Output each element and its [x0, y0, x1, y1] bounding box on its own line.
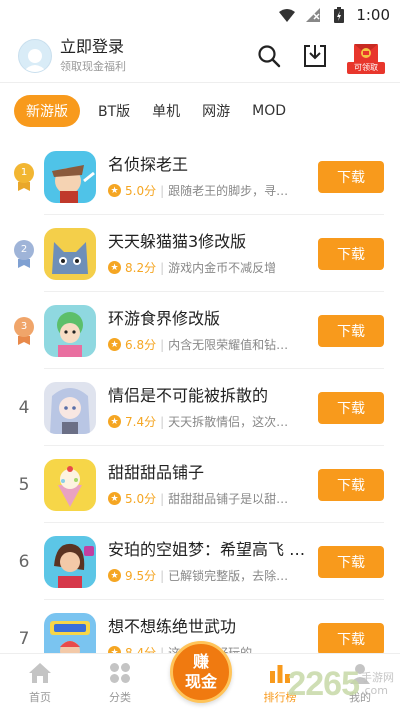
download-button[interactable]: 下载 [318, 314, 384, 347]
download-manager-button[interactable] [300, 41, 330, 71]
divider: | [160, 183, 165, 198]
gift-button[interactable]: 可领取 [346, 38, 386, 74]
download-button[interactable]: 下载 [318, 545, 384, 578]
nav-ranking[interactable]: 排行榜 [240, 654, 320, 711]
app-description: 内含无限荣耀值和钻… [168, 338, 289, 352]
app-score: 6.8分 [125, 338, 157, 352]
avatar[interactable] [18, 39, 52, 73]
tab-new-games[interactable]: 新游版 [14, 94, 80, 127]
star-icon: ★ [108, 261, 121, 274]
list-item[interactable]: 2 天天躲猫猫3修改版 ★ 8.2分 | 游戏内金币不减反增 下载 [0, 215, 400, 292]
list-item[interactable]: 3 环游食界修改版 ★ 6.8分 | 内含无限荣耀值和钻… 下载 [0, 292, 400, 369]
app-score: 7.4分 [125, 415, 157, 429]
app-description: 游戏内金币不减反增 [168, 261, 277, 275]
star-icon: ★ [108, 492, 121, 505]
list-item[interactable]: 1 名侦探老王 ★ 5.0分 | 跟随老王的脚步，寻… 下载 [0, 138, 400, 215]
category-tabs: 新游版 BT版 单机 网游 MOD [0, 82, 400, 138]
nav-category-label: 分类 [109, 691, 131, 704]
rank-number: 2 [14, 239, 34, 260]
rank-medal-bronze: 3 [12, 316, 36, 346]
earn-line-1: 赚 [192, 652, 209, 671]
download-icon [304, 45, 326, 67]
app-icon[interactable] [44, 458, 96, 511]
app-name[interactable]: 安珀的空姐梦：希望高飞 … [108, 539, 308, 561]
app-name[interactable]: 想不想练绝世武功 [108, 616, 308, 638]
app-icon[interactable] [44, 535, 96, 588]
nav-ranking-label: 排行榜 [263, 691, 297, 704]
nav-mine-label: 我的 [349, 691, 371, 704]
star-icon: ★ [108, 569, 121, 582]
rank-number: 6 [18, 551, 30, 572]
download-button[interactable]: 下载 [318, 391, 384, 424]
star-icon: ★ [108, 184, 121, 197]
app-score: 5.0分 [125, 184, 157, 198]
nav-mine[interactable]: 我的 [320, 654, 400, 711]
tab-bt[interactable]: BT版 [98, 101, 130, 121]
app-description: 跟随老王的脚步，寻… [168, 184, 289, 198]
download-button[interactable]: 下载 [318, 160, 384, 193]
nav-category[interactable]: 分类 [80, 654, 160, 711]
login-title[interactable]: 立即登录 [60, 37, 238, 57]
nav-home[interactable]: 首页 [0, 654, 80, 711]
app-description: 甜甜甜品铺子是以甜… [168, 492, 289, 506]
app-name[interactable]: 情侣是不可能被拆散的 [108, 385, 308, 407]
login-block[interactable]: 立即登录 领取现金福利 [60, 37, 238, 75]
status-bar: 1:00 [0, 0, 400, 30]
battery-icon [330, 7, 348, 23]
rank-medal-silver: 2 [12, 239, 36, 269]
app-icon[interactable] [44, 381, 96, 434]
app-name[interactable]: 甜甜甜品铺子 [108, 462, 308, 484]
search-button[interactable] [254, 41, 284, 71]
rank-number: 7 [18, 628, 30, 649]
category-icon [107, 661, 133, 685]
list-item[interactable]: 5 甜甜甜品铺子 ★ 5.0分 | 甜甜甜品铺子是以甜… 下载 [0, 446, 400, 523]
app-score: 9.5分 [125, 569, 157, 583]
app-icon[interactable] [44, 227, 96, 280]
divider: | [160, 337, 165, 352]
earn-cash-button[interactable]: 赚 现金 [170, 641, 232, 703]
ranking-icon [267, 661, 293, 685]
app-name[interactable]: 名侦探老王 [108, 154, 308, 176]
divider: | [160, 568, 165, 583]
app-score: 5.0分 [125, 492, 157, 506]
divider: | [160, 491, 165, 506]
app-name[interactable]: 天天躲猫猫3修改版 [108, 231, 308, 253]
tab-online[interactable]: 网游 [202, 101, 230, 121]
rank-number: 3 [14, 316, 34, 337]
app-icon[interactable] [44, 304, 96, 357]
nav-home-label: 首页 [29, 691, 51, 704]
gift-label: 可领取 [347, 62, 385, 74]
tab-mod[interactable]: MOD [252, 103, 286, 119]
star-icon: ★ [108, 415, 121, 428]
no-signal-icon [304, 7, 322, 23]
divider: | [160, 414, 165, 429]
tab-single-player[interactable]: 单机 [152, 101, 180, 121]
rank-number: 5 [18, 474, 30, 495]
wifi-icon [278, 7, 296, 23]
rank-number: 1 [14, 162, 34, 183]
app-description: 已解锁完整版，去除… [168, 569, 289, 583]
home-icon [27, 661, 53, 685]
login-subtitle: 领取现金福利 [60, 60, 126, 73]
download-button[interactable]: 下载 [318, 468, 384, 501]
rank-medal-gold: 1 [12, 162, 36, 192]
list-item[interactable]: 6 安珀的空姐梦：希望高飞 … ★ 9.5分 | 已解锁完整版，去除… 下载 [0, 523, 400, 600]
divider: | [160, 260, 165, 275]
download-button[interactable]: 下载 [318, 622, 384, 655]
app-name[interactable]: 环游食界修改版 [108, 308, 308, 330]
ranking-list: 1 名侦探老王 ★ 5.0分 | 跟随老王的脚步，寻… 下载 2 天天躲猫猫3修… [0, 138, 400, 677]
app-icon[interactable] [44, 150, 96, 203]
list-item[interactable]: 4 情侣是不可能被拆散的 ★ 7.4分 | 天天拆散情侣，这次… 下载 [0, 369, 400, 446]
star-icon: ★ [108, 338, 121, 351]
earn-line-2: 现金 [184, 672, 217, 691]
search-icon [258, 45, 281, 68]
download-button[interactable]: 下载 [318, 237, 384, 270]
status-time: 1:00 [356, 6, 390, 24]
header: 立即登录 领取现金福利 可领取 [0, 30, 400, 82]
rank-number: 4 [18, 397, 30, 418]
user-icon [347, 661, 373, 685]
app-score: 8.2分 [125, 261, 157, 275]
app-description: 天天拆散情侣，这次… [168, 415, 289, 429]
